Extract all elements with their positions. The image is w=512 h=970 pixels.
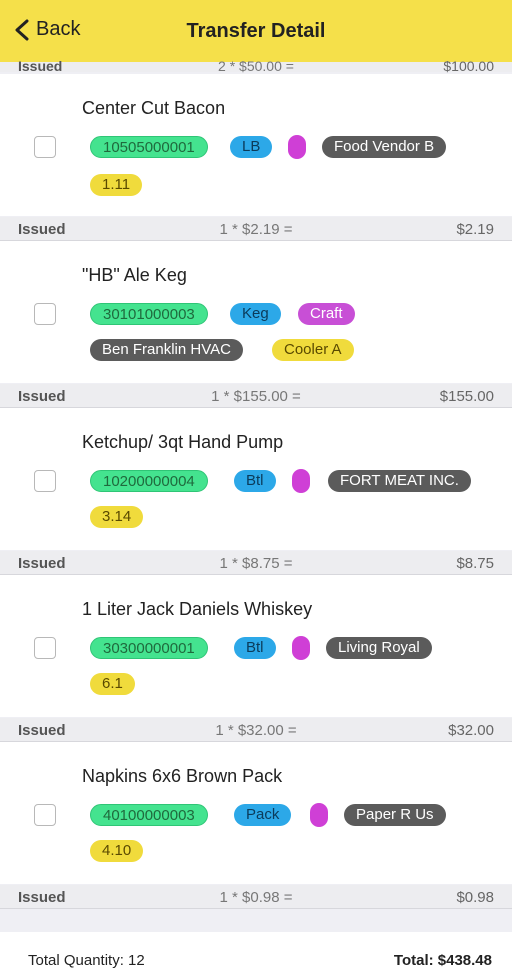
summary-row: Issued 1 * $32.00 = $32.00 bbox=[0, 718, 512, 742]
line-amount: $8.75 bbox=[456, 555, 494, 572]
item-code-tag: 30300000001 bbox=[90, 637, 208, 659]
item-name: Ketchup/ 3qt Hand Pump bbox=[82, 432, 284, 452]
category-tag: 1.11 bbox=[90, 174, 143, 196]
summary-row: Issued 1 * $8.75 = $8.75 bbox=[0, 551, 512, 575]
category-tag: 3.14 bbox=[90, 506, 144, 528]
item-name: "HB" Ale Keg bbox=[82, 265, 187, 285]
line-amount: $100.00 bbox=[443, 58, 494, 74]
line-amount: $0.98 bbox=[456, 889, 494, 906]
color-dot bbox=[288, 135, 306, 159]
color-dot bbox=[292, 636, 310, 660]
nav-header: Back Transfer Detail bbox=[0, 0, 512, 62]
grand-total: Total: $438.48 bbox=[393, 952, 492, 969]
vendor-tag: FORT MEAT INC. bbox=[328, 470, 471, 492]
line-amount: $155.00 bbox=[439, 388, 494, 405]
price-formula: 1 * $155.00 = bbox=[211, 388, 301, 405]
vendor-tag: Paper R Us bbox=[344, 804, 446, 826]
category-tag: 4.10 bbox=[90, 840, 144, 862]
item-code-tag: 30101000003 bbox=[90, 303, 208, 325]
price-formula: 1 * $8.75 = bbox=[219, 555, 293, 572]
color-dot bbox=[292, 469, 310, 493]
unit-tag: Pack bbox=[234, 804, 292, 826]
unit-tag: Keg bbox=[230, 303, 281, 325]
craft-tag: Craft bbox=[298, 303, 355, 325]
item-code-tag: 10505000001 bbox=[90, 136, 208, 158]
location-tag: Cooler A bbox=[272, 339, 354, 361]
list-item[interactable]: Center Cut Bacon 10505000001 LB Food Ven… bbox=[0, 74, 512, 216]
price-formula: 1 * $32.00 = bbox=[215, 722, 297, 739]
vendor-tag: Food Vendor B bbox=[322, 136, 447, 158]
totals-footer: Total Quantity: 12 Total: $438.48 bbox=[0, 932, 512, 970]
item-checkbox[interactable] bbox=[34, 804, 56, 826]
item-name: Center Cut Bacon bbox=[82, 98, 226, 118]
summary-row: Issued 2 * $50.00 = $100.00 bbox=[0, 54, 512, 74]
total-quantity: Total Quantity: 12 bbox=[28, 952, 145, 969]
page-title: Transfer Detail bbox=[186, 20, 326, 42]
price-formula: 1 * $0.98 = bbox=[219, 889, 293, 906]
line-amount: $32.00 bbox=[448, 722, 494, 739]
unit-tag: Btl bbox=[234, 470, 276, 492]
summary-row: Issued 1 * $155.00 = $155.00 bbox=[0, 384, 512, 408]
category-tag: 6.1 bbox=[90, 673, 135, 695]
item-name: Napkins 6x6 Brown Pack bbox=[82, 766, 283, 786]
list-item[interactable]: Napkins 6x6 Brown Pack 40100000003 Pack … bbox=[0, 742, 512, 884]
unit-tag: LB bbox=[230, 136, 273, 158]
item-checkbox[interactable] bbox=[34, 637, 56, 659]
unit-tag: Btl bbox=[234, 637, 276, 659]
line-amount: $2.19 bbox=[456, 221, 494, 238]
vendor-tag: Ben Franklin HVAC bbox=[90, 339, 243, 361]
item-checkbox[interactable] bbox=[34, 470, 56, 492]
vendor-tag: Living Royal bbox=[326, 637, 432, 659]
list-item[interactable]: "HB" Ale Keg 30101000003 Keg Craft Ben F… bbox=[0, 241, 512, 383]
item-code-tag: 10200000004 bbox=[90, 470, 208, 492]
summary-row: Issued 1 * $0.98 = $0.98 bbox=[0, 885, 512, 909]
summary-row: Issued 1 * $2.19 = $2.19 bbox=[0, 217, 512, 241]
list-item[interactable]: 1 Liter Jack Daniels Whiskey 30300000001… bbox=[0, 575, 512, 717]
list-item[interactable]: Ketchup/ 3qt Hand Pump 10200000004 Btl F… bbox=[0, 408, 512, 550]
item-checkbox[interactable] bbox=[34, 136, 56, 158]
item-checkbox[interactable] bbox=[34, 303, 56, 325]
item-name: 1 Liter Jack Daniels Whiskey bbox=[82, 599, 313, 619]
price-formula: 2 * $50.00 = bbox=[218, 58, 294, 74]
color-dot bbox=[310, 803, 328, 827]
item-code-tag: 40100000003 bbox=[90, 804, 208, 826]
price-formula: 1 * $2.19 = bbox=[219, 221, 293, 238]
